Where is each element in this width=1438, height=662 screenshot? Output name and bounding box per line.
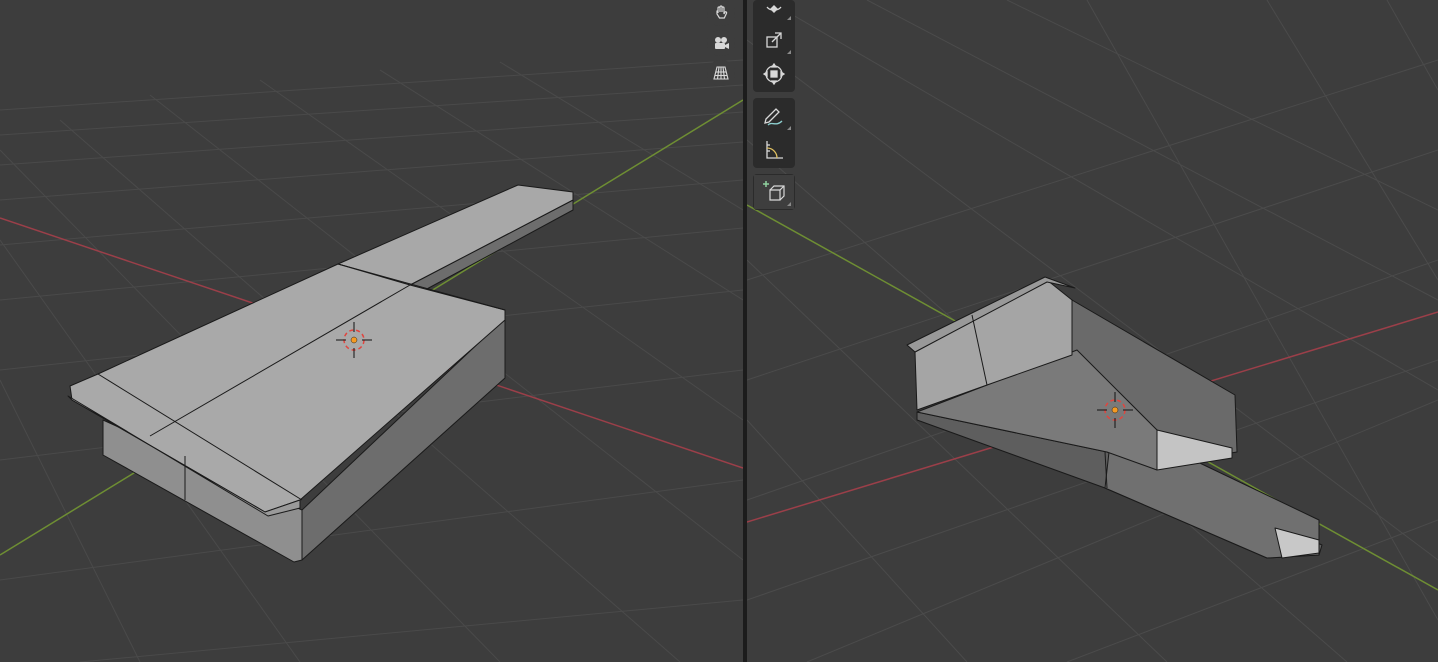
perspective-grid-icon[interactable] <box>707 60 735 86</box>
transform-tool-icon[interactable] <box>754 57 794 91</box>
right-scene <box>747 0 1438 662</box>
tool-shelf <box>753 0 795 216</box>
add-cube-tool-icon[interactable] <box>754 175 794 209</box>
right-3d-viewport[interactable] <box>747 0 1438 662</box>
annotate-tool-icon[interactable] <box>754 99 794 133</box>
mesh-object[interactable] <box>67 184 574 563</box>
left-3d-viewport[interactable] <box>0 0 743 662</box>
annotate-tool-group <box>753 98 795 168</box>
pan-hand-icon[interactable] <box>707 0 735 26</box>
add-tool-group <box>753 174 795 210</box>
measure-tool-icon[interactable] <box>754 133 794 167</box>
rotate-tool-icon[interactable] <box>754 1 794 23</box>
camera-view-icon[interactable] <box>707 30 735 56</box>
mesh-object[interactable] <box>906 276 1323 559</box>
transform-tool-group <box>753 0 795 92</box>
left-scene <box>0 59 743 662</box>
scale-tool-icon[interactable] <box>754 23 794 57</box>
navigation-gizmo <box>707 0 735 86</box>
